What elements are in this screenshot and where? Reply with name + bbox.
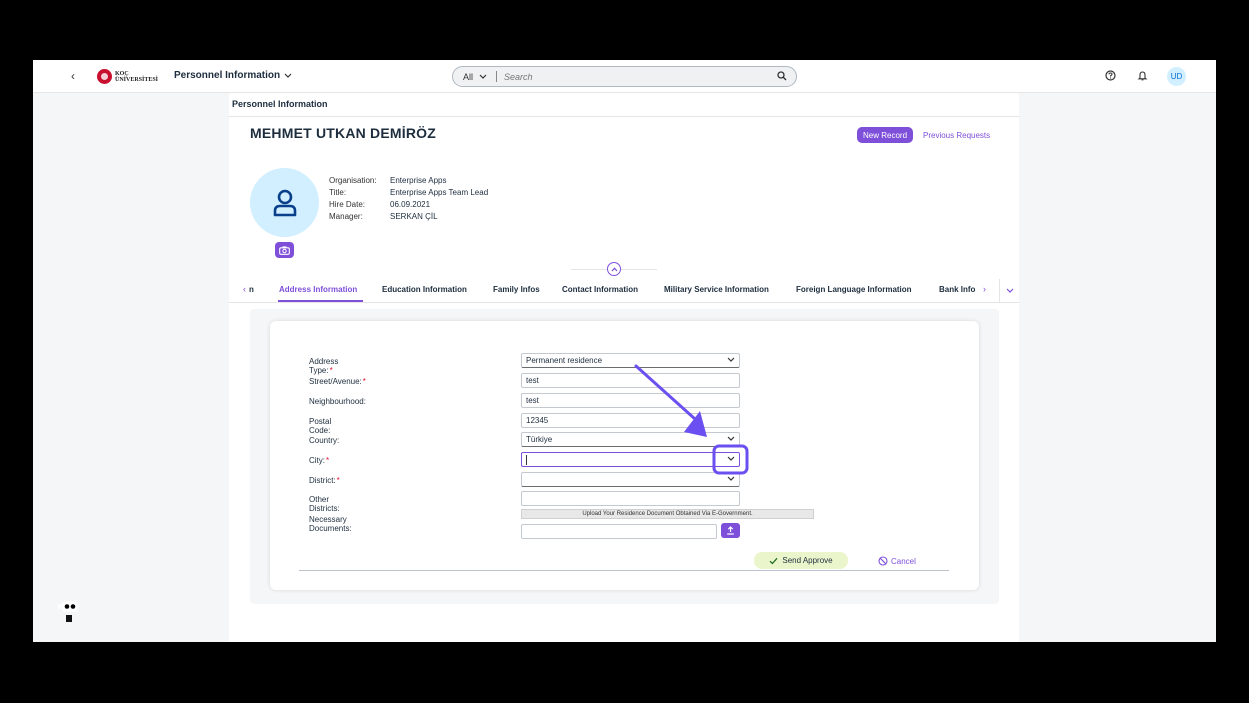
required-mark: * [336, 476, 340, 485]
required-mark: * [329, 366, 333, 375]
required-mark: * [326, 456, 330, 465]
chevron-down-icon[interactable] [727, 455, 735, 464]
label-text: Postal Code: [309, 417, 332, 435]
form-footer-divider [299, 570, 949, 571]
chatbot-launcher[interactable] [58, 599, 80, 628]
field-value: Türkiye [526, 435, 553, 444]
checkmark-icon [769, 557, 778, 564]
label-text: Necessary Documents: [309, 515, 352, 533]
cancel-label: Cancel [891, 556, 916, 566]
text-cursor [526, 454, 527, 465]
city-select[interactable] [521, 452, 740, 467]
country-select[interactable]: Türkiye [521, 432, 740, 447]
label-district: District:* [309, 476, 340, 485]
chevron-down-icon [727, 475, 735, 484]
other-districts-input[interactable] [521, 491, 740, 506]
upload-note: Upload Your Residence Document Obtained … [521, 509, 814, 519]
label-neighbourhood: Neighbourhood: [309, 397, 366, 406]
label-text: District: [309, 476, 336, 485]
postal-code-input[interactable]: 12345 [521, 413, 740, 428]
label-text: City: [309, 456, 325, 465]
upload-icon [727, 526, 734, 535]
form-layer: Address Type:* Permanent residence Stree… [0, 0, 1249, 703]
label-text: Address Type: [309, 357, 339, 375]
label-postal-code: Postal Code: [309, 417, 331, 435]
label-text: Neighbourhood: [309, 397, 366, 406]
field-value: test [526, 376, 539, 385]
label-city: City:* [309, 456, 329, 465]
field-value: test [526, 396, 539, 405]
label-other-districts: Other Districts: [309, 495, 340, 513]
cancel-icon [878, 556, 888, 566]
send-approve-button[interactable]: Send Approve [754, 552, 848, 569]
cancel-button[interactable]: Cancel [878, 556, 916, 566]
street-avenue-input[interactable]: test [521, 373, 740, 388]
label-country: Country: [309, 436, 339, 445]
required-mark: * [362, 377, 366, 386]
field-value: 12345 [526, 416, 549, 425]
document-file-input[interactable] [521, 524, 717, 539]
upload-button[interactable] [721, 523, 740, 538]
label-text: Other Districts: [309, 495, 340, 513]
label-text: Street/Avenue: [309, 377, 362, 386]
label-street-avenue: Street/Avenue:* [309, 377, 366, 386]
chatbot-icon [58, 601, 78, 622]
send-approve-label: Send Approve [782, 556, 833, 565]
label-necessary-documents: Necessary Documents: [309, 515, 352, 533]
chevron-down-icon [727, 435, 735, 444]
field-value: Permanent residence [526, 356, 603, 365]
neighbourhood-input[interactable]: test [521, 393, 740, 408]
label-text: Country: [309, 436, 340, 445]
chevron-down-icon [727, 356, 735, 365]
district-select[interactable] [521, 472, 740, 487]
label-address-type: Address Type:* [309, 357, 338, 375]
address-type-select[interactable]: Permanent residence [521, 353, 740, 368]
